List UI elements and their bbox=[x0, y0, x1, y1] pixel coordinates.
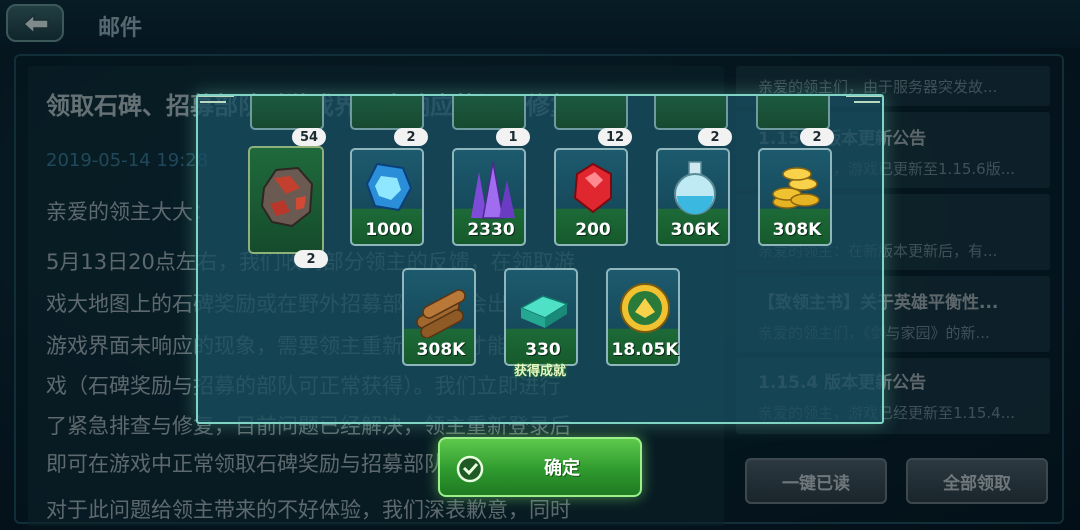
item-quantity: 18.05K bbox=[611, 340, 679, 360]
reward-item[interactable]: 2330 bbox=[452, 148, 526, 246]
reward-item-partial bbox=[350, 96, 424, 130]
reward-item[interactable]: 308K bbox=[758, 148, 832, 246]
reward-item[interactable]: 308K bbox=[402, 268, 476, 366]
count-badge: 12 bbox=[598, 128, 632, 146]
wood-logs-icon bbox=[416, 289, 466, 338]
gold-emblem-icon bbox=[620, 283, 670, 333]
count-badge: 2 bbox=[800, 128, 834, 146]
item-quantity: 200 bbox=[575, 220, 611, 240]
blue-crystal-gem-icon bbox=[365, 162, 413, 212]
count-badge: 2 bbox=[394, 128, 428, 146]
achievement-label: 获得成就 bbox=[513, 364, 566, 379]
item-quantity: 306K bbox=[670, 220, 720, 240]
reward-item-partial bbox=[654, 96, 728, 130]
reward-item-partial bbox=[452, 96, 526, 130]
item-quantity: 308K bbox=[772, 220, 822, 240]
reward-item-partial bbox=[250, 96, 324, 130]
count-badge: 54 bbox=[292, 128, 326, 146]
item-quantity: 1000 bbox=[365, 220, 413, 240]
gold-coins-icon bbox=[772, 167, 820, 209]
count-badge: 1 bbox=[496, 128, 530, 146]
item-quantity: 308K bbox=[416, 340, 466, 360]
reward-item[interactable]: 200 bbox=[554, 148, 628, 246]
count-badge: 2 bbox=[698, 128, 732, 146]
reward-item[interactable]: 330 bbox=[504, 268, 578, 366]
corner-ornament-icon bbox=[198, 96, 234, 103]
jade-ingot-icon bbox=[519, 295, 569, 328]
purple-crystal-icon bbox=[471, 161, 515, 219]
reward-item-partial bbox=[554, 96, 628, 130]
confirm-button[interactable]: 确定 bbox=[438, 437, 642, 497]
red-ruby-icon bbox=[573, 162, 612, 214]
reward-item[interactable]: 1000 bbox=[350, 148, 424, 246]
reward-popup: 54 2 1 12 2 2 2 1000 2330 200 306K 308K … bbox=[196, 94, 884, 424]
reward-item[interactable]: 306K bbox=[656, 148, 730, 246]
item-quantity: 330 bbox=[525, 340, 561, 360]
count-badge: 2 bbox=[294, 250, 328, 268]
potion-flask-icon bbox=[674, 161, 716, 215]
confirm-label: 确定 bbox=[544, 458, 580, 479]
red-ore-rock-icon bbox=[260, 166, 314, 228]
reward-item-partial bbox=[756, 96, 830, 130]
item-quantity: 2330 bbox=[467, 220, 515, 240]
reward-item-rock[interactable] bbox=[248, 146, 324, 254]
reward-item[interactable]: 18.05K bbox=[606, 268, 680, 366]
corner-ornament-icon bbox=[846, 96, 882, 103]
